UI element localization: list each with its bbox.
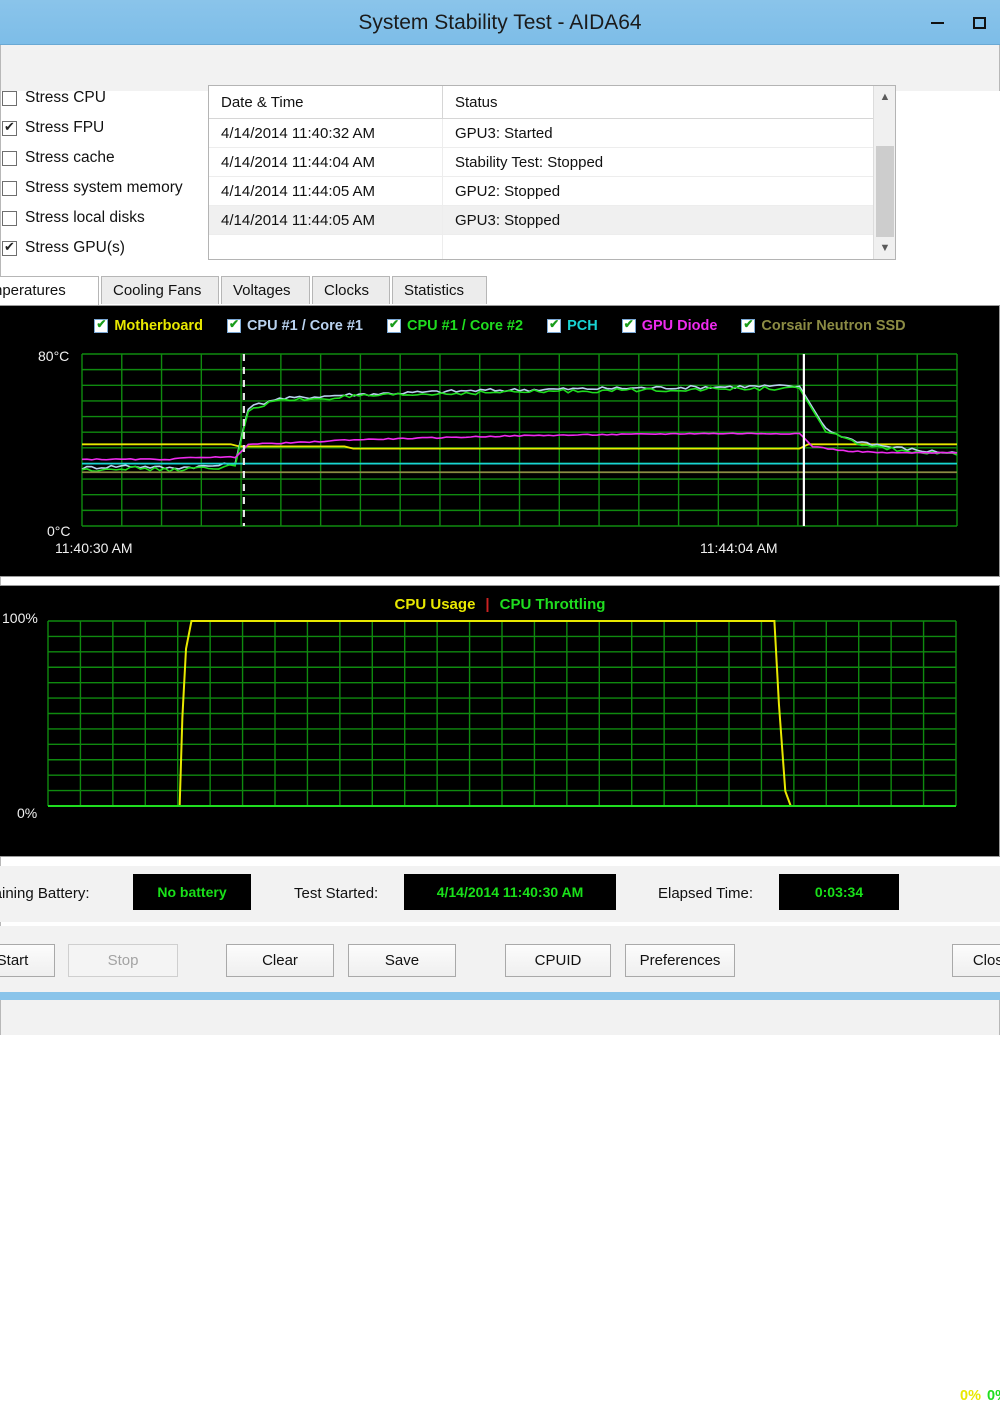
tab-statistics[interactable]: Statistics — [392, 276, 487, 304]
cell-status: GPU3: Started — [443, 119, 895, 147]
stress-option-label: Stress cache — [25, 149, 115, 167]
cell-status: GPU3: Stopped — [443, 206, 895, 234]
maximize-icon — [973, 17, 986, 29]
save-button[interactable]: Save — [348, 944, 456, 977]
tab-voltages[interactable]: Voltages — [221, 276, 310, 304]
temperatures-graph-panel: MotherboardCPU #1 / Core #1CPU #1 / Core… — [0, 305, 1000, 577]
preferences-button-label: Preferences — [640, 952, 721, 969]
cell-status — [443, 235, 895, 260]
cpu-usage-graph-panel: CPU Usage|CPU Throttling 100% 0% 0% 0% — [0, 585, 1000, 857]
cpuid-button-label: CPUID — [535, 952, 582, 969]
close-button-label: Close — [973, 952, 1000, 969]
preferences-button[interactable]: Preferences — [625, 944, 735, 977]
stress-option-label: Stress FPU — [25, 119, 104, 137]
save-button-label: Save — [385, 952, 419, 969]
stress-option-row[interactable]: Stress local disks — [0, 203, 205, 233]
start-button-label: Start — [0, 952, 28, 969]
checkbox-icon[interactable] — [2, 241, 17, 256]
minimize-icon — [931, 22, 944, 24]
value-cpu-usage: 0% — [960, 1388, 981, 1404]
table-body: 4/14/2014 11:40:32 AMGPU3: Started4/14/2… — [209, 119, 895, 260]
cpu-y-top-tick: 100% — [2, 610, 38, 626]
test-started-label: Test Started: — [294, 885, 378, 902]
checkbox-icon[interactable] — [2, 211, 17, 226]
scroll-down-icon[interactable]: ▼ — [874, 237, 896, 259]
clear-button-label: Clear — [262, 952, 298, 969]
tab-cooling-fans[interactable]: Cooling Fans — [101, 276, 219, 304]
table-row[interactable]: 4/14/2014 11:44:04 AMStability Test: Sto… — [209, 148, 895, 177]
cell-status: GPU2: Stopped — [443, 177, 895, 205]
temp-x-start-tick: 11:40:30 AM — [55, 540, 133, 556]
elapsed-time-label: Elapsed Time: — [658, 885, 753, 902]
temperatures-plot — [0, 306, 1000, 578]
table-row[interactable] — [209, 235, 895, 260]
stress-option-label: Stress local disks — [25, 209, 145, 227]
temp-y-top-tick: 80°C — [38, 348, 69, 364]
clear-button[interactable]: Clear — [226, 944, 334, 977]
stress-option-label: Stress CPU — [25, 89, 106, 107]
stress-option-row[interactable]: Stress system memory — [0, 173, 205, 203]
table-row[interactable]: 4/14/2014 11:44:05 AMGPU3: Stopped — [209, 206, 895, 235]
test-started-value: 4/14/2014 11:40:30 AM — [404, 874, 616, 910]
cell-datetime: 4/14/2014 11:44:05 AM — [209, 177, 443, 205]
log-scrollbar[interactable]: ▲ ▼ — [873, 86, 895, 259]
table-row[interactable]: 4/14/2014 11:40:32 AMGPU3: Started — [209, 119, 895, 148]
stress-option-row[interactable]: Stress cache — [0, 143, 205, 173]
start-button[interactable]: Start — [0, 944, 55, 977]
cell-datetime: 4/14/2014 11:40:32 AM — [209, 119, 443, 147]
cell-datetime: 4/14/2014 11:44:05 AM — [209, 206, 443, 234]
stop-button[interactable]: Stop — [68, 944, 178, 977]
elapsed-time-value: 0:03:34 — [779, 874, 899, 910]
checkbox-icon[interactable] — [2, 121, 17, 136]
column-header-datetime[interactable]: Date & Time — [209, 86, 443, 118]
bottom-accent-strip — [0, 992, 1000, 1000]
checkbox-icon[interactable] — [2, 181, 17, 196]
stress-option-row[interactable]: Stress FPU — [0, 113, 205, 143]
cpu-usage-plot — [0, 586, 1000, 858]
checkbox-icon[interactable] — [2, 91, 17, 106]
cell-datetime: 4/14/2014 11:44:04 AM — [209, 148, 443, 176]
cpu-y-bottom-tick: 0% — [17, 805, 37, 821]
temp-y-bottom-tick: 0°C — [47, 523, 71, 539]
maximize-button[interactable] — [958, 0, 1000, 45]
checkbox-icon[interactable] — [2, 151, 17, 166]
event-log-table: Date & Time Status 4/14/2014 11:40:32 AM… — [208, 85, 896, 260]
battery-label: Remaining Battery: — [0, 885, 90, 902]
scroll-up-icon[interactable]: ▲ — [874, 86, 896, 108]
temp-x-end-tick: 11:44:04 AM — [700, 540, 778, 556]
column-header-status[interactable]: Status — [443, 86, 895, 118]
close-button[interactable]: Close — [952, 944, 1000, 977]
stress-option-label: Stress GPU(s) — [25, 239, 125, 257]
cell-datetime — [209, 235, 443, 260]
tab-temperatures[interactable]: Temperatures — [0, 276, 99, 305]
grid — [48, 621, 956, 806]
title-bar[interactable]: System Stability Test - AIDA64 — [0, 0, 1000, 45]
value-cpu-throttling: 0% — [987, 1388, 1000, 1404]
window-title: System Stability Test - AIDA64 — [0, 0, 1000, 45]
cpuid-button[interactable]: CPUID — [505, 944, 611, 977]
minimize-button[interactable] — [916, 0, 958, 45]
battery-value: No battery — [133, 874, 251, 910]
table-row[interactable]: 4/14/2014 11:44:05 AMGPU2: Stopped — [209, 177, 895, 206]
stress-option-row[interactable]: Stress CPU — [0, 83, 205, 113]
tab-clocks[interactable]: Clocks — [312, 276, 390, 304]
tab-strip: TemperaturesCooling FansVoltagesClocksSt… — [0, 276, 1000, 305]
grid — [82, 354, 957, 526]
stress-option-row[interactable]: Stress GPU(s) — [0, 233, 205, 263]
cell-status: Stability Test: Stopped — [443, 148, 895, 176]
stress-option-label: Stress system memory — [25, 179, 183, 197]
stress-options-list: Stress CPU Stress FPU Stress cache Stress s… — [0, 83, 205, 263]
stop-button-label: Stop — [108, 952, 139, 969]
table-header: Date & Time Status — [209, 86, 895, 119]
